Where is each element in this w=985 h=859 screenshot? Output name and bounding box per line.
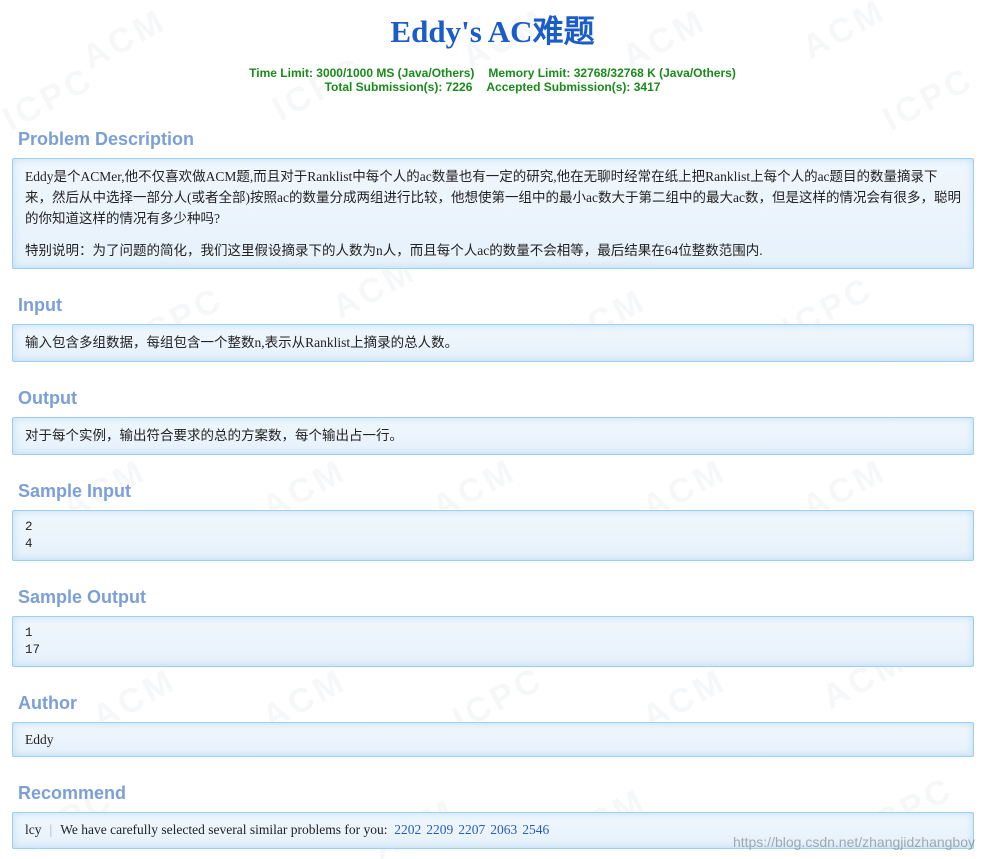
recommend-user: lcy [25,822,42,837]
input-heading: Input [18,295,62,315]
limits-row-2: Total Submission(s): 7226 Accepted Submis… [0,80,985,94]
memory-limit: Memory Limit: 32768/32768 K (Java/Others… [488,66,736,80]
author-heading: Author [18,693,77,713]
recommend-problem-link[interactable]: 2202 [394,822,421,837]
recommend-problem-link[interactable]: 2546 [522,822,549,837]
sample-input-line: 2 [25,520,33,534]
limits-row-1: Time Limit: 3000/1000 MS (Java/Others) Me… [0,66,985,80]
output-text: 对于每个实例，输出符合要求的总的方案数，每个输出占一行。 [25,428,403,443]
problem-title: Eddy's AC难题 [390,14,595,49]
sample-input-heading: Sample Input [18,481,132,501]
sample-output-line: 17 [25,643,41,657]
total-submissions: Total Submission(s): 7226 [324,80,473,94]
problem-limits: Time Limit: 3000/1000 MS (Java/Others) Me… [0,66,985,94]
sample-output-line: 1 [25,626,33,640]
sample-output-heading: Sample Output [18,587,147,607]
sample-output-box: 1 17 [12,616,974,667]
recommend-separator: | [49,822,53,837]
description-paragraph-1: Eddy是个ACMer,他不仅喜欢做ACM题,而且对于Ranklist中每个人的… [25,169,961,226]
output-box: 对于每个实例，输出符合要求的总的方案数，每个输出占一行。 [12,417,974,455]
recommend-problem-link[interactable]: 2063 [490,822,517,837]
description-paragraph-2: 特别说明：为了问题的简化，我们这里假设摘录下的人数为n人，而且每个人ac的数量不… [25,243,763,258]
author-box: Eddy [12,722,974,757]
recommend-text: We have carefully selected several simil… [60,822,388,837]
output-heading: Output [18,388,77,408]
csdn-watermark: https://blog.csdn.net/zhangjidzhangboy [732,834,975,850]
recommend-heading: Recommend [18,783,127,803]
author-name: Eddy [25,732,54,747]
recommend-problem-link[interactable]: 2209 [426,822,453,837]
description-box: Eddy是个ACMer,他不仅喜欢做ACM题,而且对于Ranklist中每个人的… [12,158,974,269]
description-heading: Problem Description [18,129,195,149]
input-text: 输入包含多组数据，每组包含一个整数n,表示从Ranklist上摘录的总人数。 [25,335,459,350]
sample-input-box: 24 [12,510,974,561]
accepted-submissions: Accepted Submission(s): 3417 [486,80,661,94]
time-limit: Time Limit: 3000/1000 MS (Java/Others) [249,66,475,80]
input-box: 输入包含多组数据，每组包含一个整数n,表示从Ranklist上摘录的总人数。 [12,324,974,362]
recommend-problem-link[interactable]: 2207 [458,822,485,837]
sample-input-line: 4 [25,537,33,551]
